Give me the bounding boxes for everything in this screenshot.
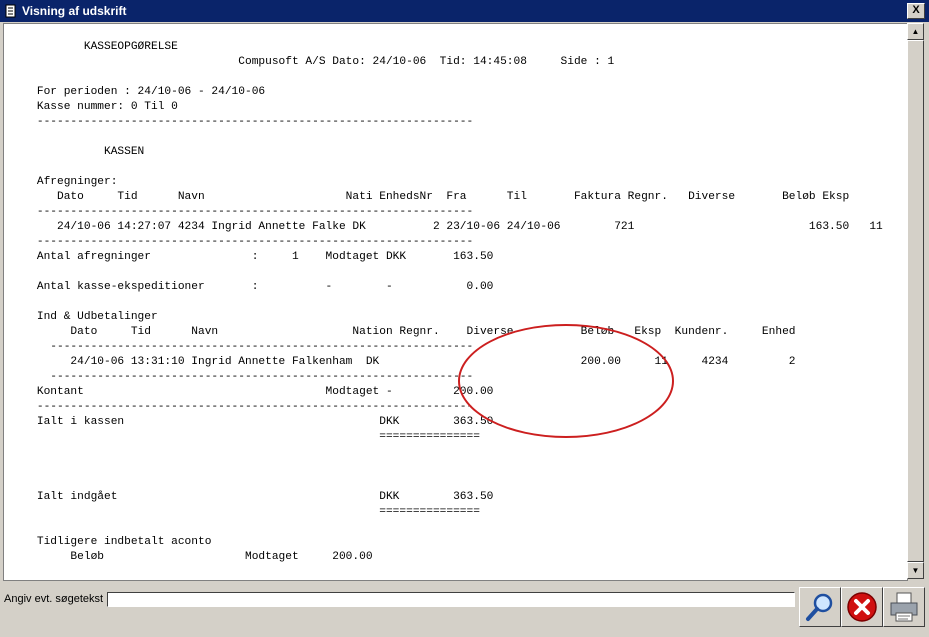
arrow-up-icon: ▲ [911, 27, 920, 36]
window-icon [5, 4, 16, 18]
cancel-icon [847, 592, 877, 622]
vertical-scrollbar[interactable]: ▲ ▼ [907, 23, 924, 579]
printer-icon [890, 592, 918, 622]
bottom-bar: Angiv evt. søgetekst [0, 581, 929, 637]
report-preview: KASSEOPGØRELSE Compusoft A/S Dato: 24/10… [3, 23, 908, 581]
cancel-button[interactable] [841, 587, 883, 627]
search-label: Angiv evt. søgetekst [4, 593, 104, 605]
print-button[interactable] [883, 587, 925, 627]
magnifier-icon [806, 593, 833, 621]
close-icon: X [912, 4, 920, 16]
close-window-button[interactable]: X [907, 3, 925, 19]
scroll-thumb[interactable] [907, 40, 924, 562]
search-input[interactable] [107, 592, 795, 607]
report-text: KASSEOPGØRELSE Compusoft A/S Dato: 24/10… [36, 41, 883, 563]
scroll-up-button[interactable]: ▲ [907, 23, 924, 40]
search-button[interactable] [799, 587, 841, 627]
title-bar: Visning af udskrift X [0, 0, 929, 22]
scroll-down-button[interactable]: ▼ [907, 562, 924, 579]
window-title: Visning af udskrift [22, 4, 127, 18]
arrow-down-icon: ▼ [911, 566, 920, 575]
